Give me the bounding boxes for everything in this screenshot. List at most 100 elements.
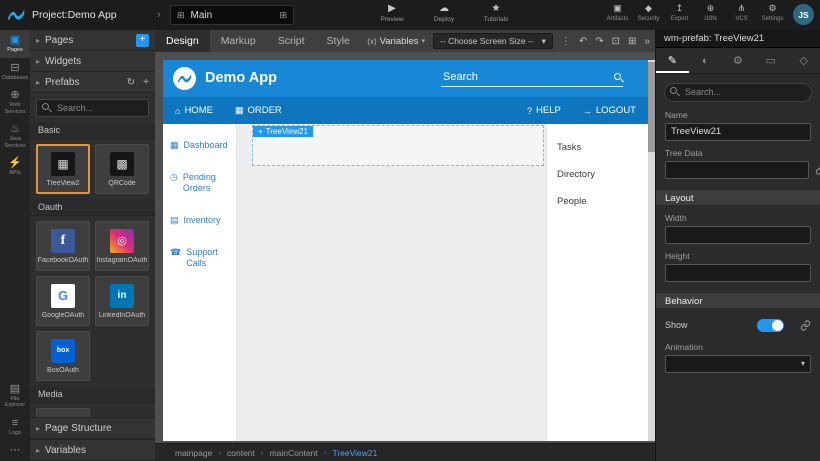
tab-settings[interactable]: ⚙ (722, 48, 755, 73)
vcs-button[interactable]: ⋔ VCS (728, 2, 755, 23)
bind-link-icon[interactable] (800, 320, 811, 331)
breadcrumb-treeview21[interactable]: TreeView21 (332, 448, 377, 458)
preview-button[interactable]: ▶ Preview (372, 2, 412, 24)
user-avatar[interactable]: JS (793, 4, 814, 25)
layout-grid-icon[interactable]: ⊞ (628, 36, 636, 47)
app-search-input[interactable] (441, 68, 623, 87)
collapse-panel-icon[interactable]: » (644, 36, 650, 47)
prefab-google-oauth[interactable]: G GoogleOAuth (36, 276, 90, 326)
widgets-accordion[interactable]: ▸ Widgets (30, 51, 155, 72)
right-nav-directory[interactable]: Directory (547, 161, 648, 188)
properties-search-input[interactable] (664, 83, 812, 102)
chevron-right-icon: ▸ (36, 36, 40, 45)
chevron-right-icon: ▸ (36, 78, 40, 87)
tab-devices[interactable]: ▭ (754, 48, 787, 73)
tutorials-button[interactable]: ★ Tutorials (476, 2, 516, 24)
rail-more-button[interactable]: ⋯ (0, 440, 30, 461)
prefab-search-input[interactable] (36, 99, 149, 117)
app-search (441, 67, 623, 89)
variables-dropdown[interactable]: (x) Variables ▾ (367, 36, 425, 47)
device-icon: ▭ (766, 54, 776, 67)
nav-help[interactable]: ? HELP (527, 105, 561, 116)
rail-item-apis[interactable]: ⚡ APIs (0, 153, 30, 181)
redo-icon[interactable]: ↷ (595, 36, 603, 47)
prefab-linkedin-oauth[interactable]: in LinkedInOAuth (95, 276, 149, 326)
breadcrumb-mainpage[interactable]: mainpage (175, 448, 212, 458)
app-left-nav: ▦ Dashboard ◷ Pending Orders ▤ Inventory… (163, 124, 237, 441)
left-nav-support-calls[interactable]: ☎ Support Calls (163, 239, 236, 277)
tab-styles[interactable]: ◐ (689, 48, 722, 73)
prefab-box-oauth[interactable]: box BoxOAuth (36, 331, 90, 381)
group-basic: Basic (30, 122, 155, 139)
canvas-scrollbar[interactable] (648, 60, 655, 441)
chevron-right-icon: › (324, 448, 327, 457)
tab-misc[interactable]: ◇ (787, 48, 820, 73)
nav-logout[interactable]: → LOGOUT (583, 105, 636, 116)
right-nav-tasks[interactable]: Tasks (547, 134, 648, 161)
rail-item-java-services[interactable]: ♨ Java Services (0, 119, 30, 153)
styles-icon: ◐ (702, 55, 709, 67)
prefabs-accordion[interactable]: ▸ Prefabs ↻ + (30, 72, 155, 93)
app-main-content[interactable]: + TreeView21 (237, 124, 546, 441)
copy-icon[interactable]: ⊡ (612, 36, 620, 47)
tab-markup[interactable]: Markup (210, 30, 267, 52)
chevron-right-icon: › (261, 448, 264, 457)
selected-widget-treeview[interactable]: + TreeView21 (252, 125, 544, 166)
artifacts-button[interactable]: ▣ Artifacts (604, 2, 631, 23)
tab-design[interactable]: Design (155, 30, 210, 52)
height-input[interactable] (665, 264, 811, 282)
breadcrumb-content[interactable]: content (227, 448, 255, 458)
page-structure-accordion[interactable]: ▸ Page Structure (30, 417, 155, 439)
tree-data-input[interactable] (665, 161, 809, 179)
properties-search (664, 82, 812, 102)
rail-item-databases[interactable]: ⊟ Databases (0, 58, 30, 86)
screen-size-select[interactable]: -- Choose Screen Size -- ▾ (433, 33, 553, 49)
width-input[interactable] (665, 226, 811, 244)
deploy-button[interactable]: ☁ Deploy (424, 2, 464, 24)
google-icon: G (51, 284, 75, 308)
show-toggle[interactable] (757, 319, 784, 332)
tab-style[interactable]: Style (316, 30, 361, 52)
nav-home[interactable]: ⌂ HOME (175, 105, 213, 116)
add-page-button[interactable]: + (136, 34, 149, 47)
refresh-icon[interactable]: ↻ (127, 77, 135, 88)
undo-icon[interactable]: ↶ (579, 36, 587, 47)
pages-accordion[interactable]: ▸ Pages + (30, 30, 155, 51)
rail-item-logs[interactable]: ≡ Logs (0, 413, 30, 441)
page-selector[interactable]: ⊞ Main ⊞ (170, 5, 294, 25)
preview-icon: ▶ (372, 2, 412, 15)
prefab-facebook-oauth[interactable]: f FacebookOAuth (36, 221, 90, 271)
ellipsis-icon: ⋯ (1, 444, 29, 457)
settings-button[interactable]: ⚙ Settings (759, 2, 786, 23)
add-prefab-button[interactable]: + (143, 77, 149, 88)
rail-item-file-explorer[interactable]: ▤ File Explorer (0, 379, 30, 413)
breadcrumb-maincontent[interactable]: mainContent (270, 448, 318, 458)
prefab-treeview2[interactable]: ▦ TreeView2 (36, 144, 90, 194)
bind-link-icon[interactable] (815, 164, 820, 175)
left-nav-dashboard[interactable]: ▦ Dashboard (163, 132, 236, 159)
page-selector-value: Main (191, 10, 213, 21)
instagram-icon: ◎ (110, 229, 134, 253)
i18n-button[interactable]: ⊕ i18N (697, 2, 724, 23)
left-nav-pending-orders[interactable]: ◷ Pending Orders (163, 164, 236, 202)
rail-item-pages[interactable]: ▣ Pages (0, 30, 30, 58)
prefab-instagram-oauth[interactable]: ◎ InstagramOAuth (95, 221, 149, 271)
animation-select[interactable]: ▾ (665, 355, 811, 373)
prefab-qrcode[interactable]: ▩ QRCode (95, 144, 149, 194)
scrollbar-thumb[interactable] (648, 62, 655, 152)
rail-item-web-services[interactable]: ⊕ Web Services (0, 85, 30, 119)
java-icon: ♨ (1, 123, 29, 136)
left-nav-inventory[interactable]: ▤ Inventory (163, 207, 236, 234)
nav-order[interactable]: ▦ ORDER (235, 105, 282, 116)
more-menu-icon[interactable]: ⋮ (561, 36, 571, 47)
export-button[interactable]: ↥ Export (666, 2, 693, 23)
tab-script[interactable]: Script (267, 30, 316, 52)
name-input[interactable] (665, 123, 811, 141)
widget-tag[interactable]: + TreeView21 (253, 126, 313, 137)
variables-accordion[interactable]: ▸ Variables (30, 439, 155, 461)
pages-icon: ▣ (1, 34, 29, 47)
tab-properties[interactable]: ✎ (656, 48, 689, 73)
right-nav-people[interactable]: People (547, 188, 648, 215)
i18n-icon: ⊕ (697, 2, 724, 15)
security-button[interactable]: ◆ Security (635, 2, 662, 23)
